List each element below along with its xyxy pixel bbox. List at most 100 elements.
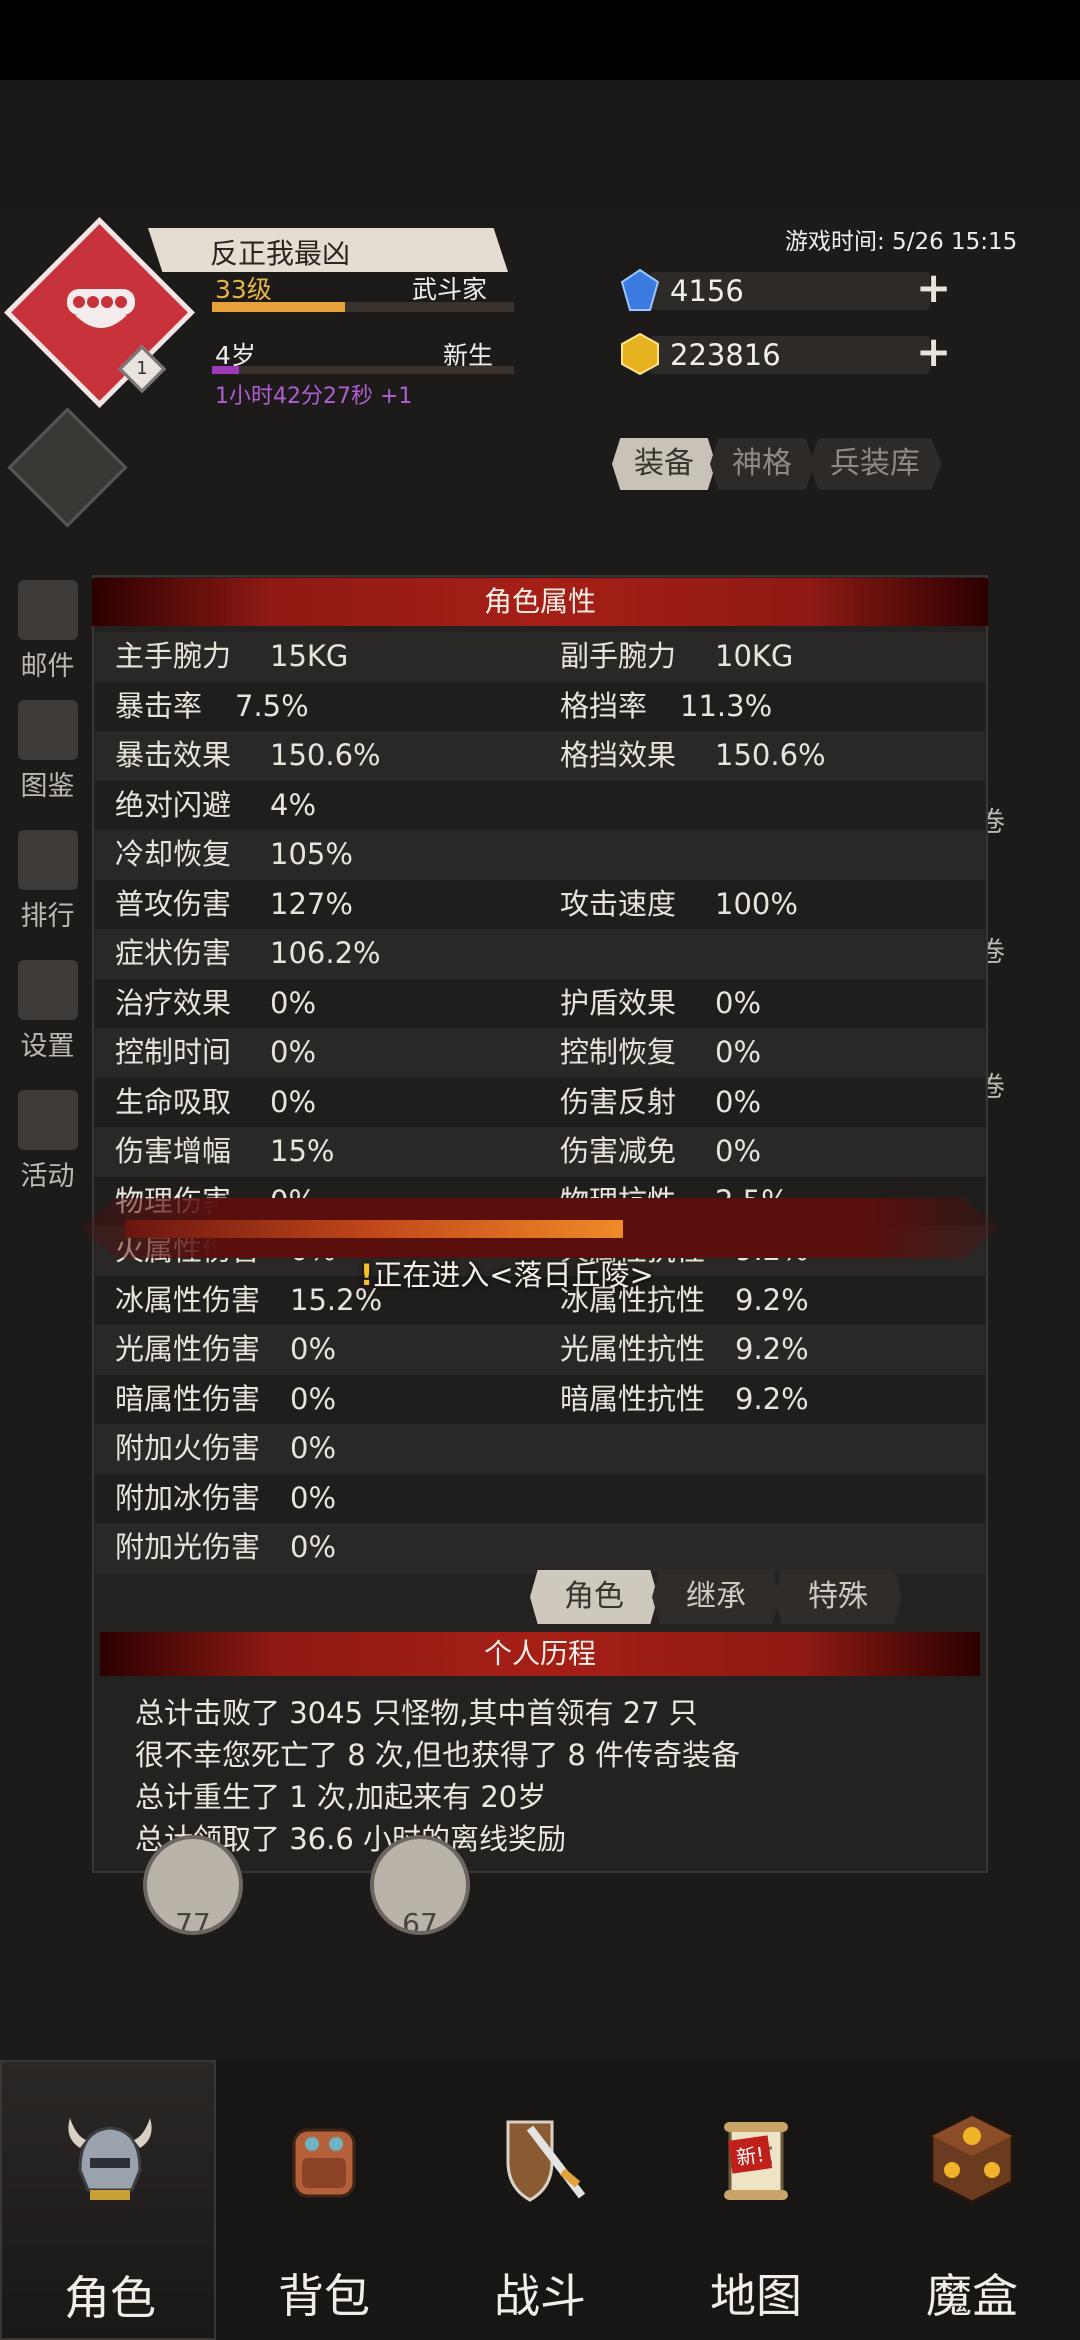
- new-badge: 新!: [727, 2135, 773, 2174]
- loading-text: !正在进入<落日丘陵>: [360, 1258, 654, 1292]
- attribute-row: 症状伤害 106.2%: [95, 929, 985, 979]
- tab-special[interactable]: 特殊: [774, 1570, 902, 1624]
- attribute-row: 暴击效果 150.6% 格挡效果 150.6%: [95, 731, 985, 781]
- add-gems-button[interactable]: +: [916, 267, 951, 309]
- attribute-label: 光属性抗性: [560, 1332, 706, 1366]
- game-time: 游戏时间: 5/26 15:15: [785, 229, 1018, 255]
- sword-shield-icon: [506, 2120, 586, 2202]
- player-name: 反正我最凶: [210, 237, 351, 270]
- nav-character[interactable]: 角色: [0, 2060, 216, 2340]
- attribute-row: 生命吸取 0% 伤害反射 0%: [95, 1077, 985, 1127]
- nav-backpack[interactable]: 背包: [216, 2060, 432, 2340]
- attribute-row: 暴击率 7.5% 格挡率 11.3%: [95, 681, 985, 731]
- attribute-value: 0%: [270, 1084, 317, 1119]
- history-list: 总计击败了 3045 只怪物,其中首领有 27 只 很不幸您死亡了 8 次,但也…: [135, 1692, 740, 1860]
- mail-icon: [17, 580, 78, 640]
- book-icon: [17, 700, 78, 760]
- attribute-label: 暗属性抗性: [560, 1381, 706, 1416]
- status-bar: [0, 0, 1080, 80]
- nav-magic-box[interactable]: 魔盒: [864, 2060, 1080, 2340]
- attribute-label: 主手腕力: [115, 639, 232, 673]
- attribute-label: 普攻伤害: [115, 886, 232, 921]
- attribute-value: 0%: [715, 1035, 762, 1069]
- gold-resource: 223816 +: [620, 331, 960, 376]
- attribute-value: 0%: [270, 985, 317, 1020]
- attribute-value: 15KG: [270, 639, 349, 673]
- attribute-label: 冰属性伤害: [115, 1282, 261, 1317]
- bottom-nav: 角色 背包 战斗 地图 魔盒: [0, 2060, 1080, 2340]
- attribute-value: 127%: [270, 886, 353, 921]
- attribute-label: 格挡效果: [560, 738, 677, 772]
- warning-icon: !: [360, 1258, 374, 1292]
- nav-battle[interactable]: 战斗: [432, 2060, 648, 2340]
- attribute-value: 15%: [270, 1134, 335, 1168]
- sidebar-item-settings[interactable]: 设置: [0, 960, 95, 1063]
- attribute-value: 0%: [270, 1035, 317, 1069]
- nav-map[interactable]: 地图: [648, 2060, 864, 2340]
- attribute-value: 0%: [290, 1530, 337, 1564]
- blue-gem-icon: [620, 268, 660, 311]
- attribute-label: 伤害反射: [560, 1084, 677, 1119]
- attribute-value: 100%: [715, 886, 798, 921]
- attribute-value: 10KG: [715, 639, 794, 673]
- attribute-value: 9.2%: [735, 1381, 809, 1416]
- attribute-value: 0%: [290, 1480, 337, 1515]
- tab-divinity[interactable]: 神格: [710, 438, 814, 490]
- helmet-icon: [68, 2118, 152, 2200]
- nav-label: 魔盒: [926, 2269, 1018, 2323]
- attribute-value: 0%: [290, 1431, 337, 1465]
- attribute-label: 攻击速度: [560, 886, 677, 921]
- gear-icon: [17, 960, 78, 1020]
- attribute-row: 治疗效果 0% 护盾效果 0%: [95, 978, 985, 1028]
- backpack-icon: [292, 2128, 356, 2198]
- attribute-value: 0%: [715, 1084, 762, 1119]
- events-icon: [17, 1090, 78, 1150]
- attribute-label: 生命吸取: [115, 1084, 232, 1119]
- attribute-label: 冷却恢复: [115, 837, 232, 871]
- tab-character[interactable]: 角色: [530, 1570, 658, 1624]
- attribute-row: 主手腕力 15KG 副手腕力 10KG: [95, 632, 985, 682]
- attribute-row: 冷却恢复 105%: [95, 830, 985, 880]
- attribute-row: 暗属性伤害 0% 暗属性抗性 9.2%: [95, 1374, 985, 1424]
- attribute-value: 9.2%: [735, 1282, 809, 1317]
- nav-label: 角色: [64, 2271, 156, 2325]
- tab-inherit[interactable]: 继承: [652, 1570, 780, 1624]
- sidebar-item-events[interactable]: 活动: [0, 1090, 95, 1193]
- attribute-label: 控制时间: [115, 1035, 232, 1069]
- attribute-value: 0%: [715, 985, 762, 1020]
- sidebar-item-mail[interactable]: 邮件: [0, 580, 95, 683]
- attribute-value: 105%: [270, 837, 353, 871]
- add-gold-button[interactable]: +: [916, 331, 951, 373]
- sidebar-item-codex[interactable]: 图鉴: [0, 700, 95, 803]
- attribute-row: 附加冰伤害 0%: [95, 1473, 985, 1523]
- attribute-label: 附加光伤害: [115, 1530, 261, 1564]
- attribute-label: 治疗效果: [115, 985, 232, 1020]
- attribute-value: 4%: [270, 787, 317, 822]
- top-band: [0, 80, 1080, 210]
- player-level: 33级: [215, 275, 272, 304]
- attribute-label: 伤害减免: [560, 1134, 677, 1168]
- attribute-value: 9.2%: [735, 1332, 809, 1366]
- attribute-label: 附加火伤害: [115, 1431, 261, 1465]
- attribute-label: 暗属性伤害: [115, 1381, 261, 1416]
- attribute-value: 106.2%: [270, 936, 381, 970]
- attribute-value: 150.6%: [270, 738, 381, 772]
- loading-bar: [80, 1198, 1000, 1258]
- tab-equipment[interactable]: 装备: [612, 438, 716, 490]
- attribute-row: 附加光伤害 0%: [95, 1523, 985, 1573]
- gem-count: 4156: [670, 274, 744, 308]
- tab-armory[interactable]: 兵装库: [808, 438, 942, 490]
- attribute-label: 副手腕力: [560, 639, 677, 673]
- attribute-value: 0%: [715, 1134, 762, 1168]
- attribute-label: 伤害增幅: [115, 1134, 232, 1168]
- sidebar-item-ranking[interactable]: 排行: [0, 830, 95, 933]
- nav-label: 背包: [278, 2269, 370, 2323]
- attribute-value: 7.5%: [235, 688, 309, 723]
- attribute-label: 症状伤害: [115, 936, 232, 970]
- attributes-table: 主手腕力 15KG 副手腕力 10KG 暴击率 7.5% 格挡率 11.3% 暴击效果 150.6…: [95, 632, 985, 1573]
- nav-label: 战斗: [494, 2269, 586, 2323]
- modal-tabs: 角色 继承 特殊: [530, 1570, 902, 1624]
- stat-dial-1: 77: [143, 1835, 243, 1935]
- nav-label: 地图: [710, 2269, 802, 2323]
- attribute-label: 光属性伤害: [115, 1332, 261, 1366]
